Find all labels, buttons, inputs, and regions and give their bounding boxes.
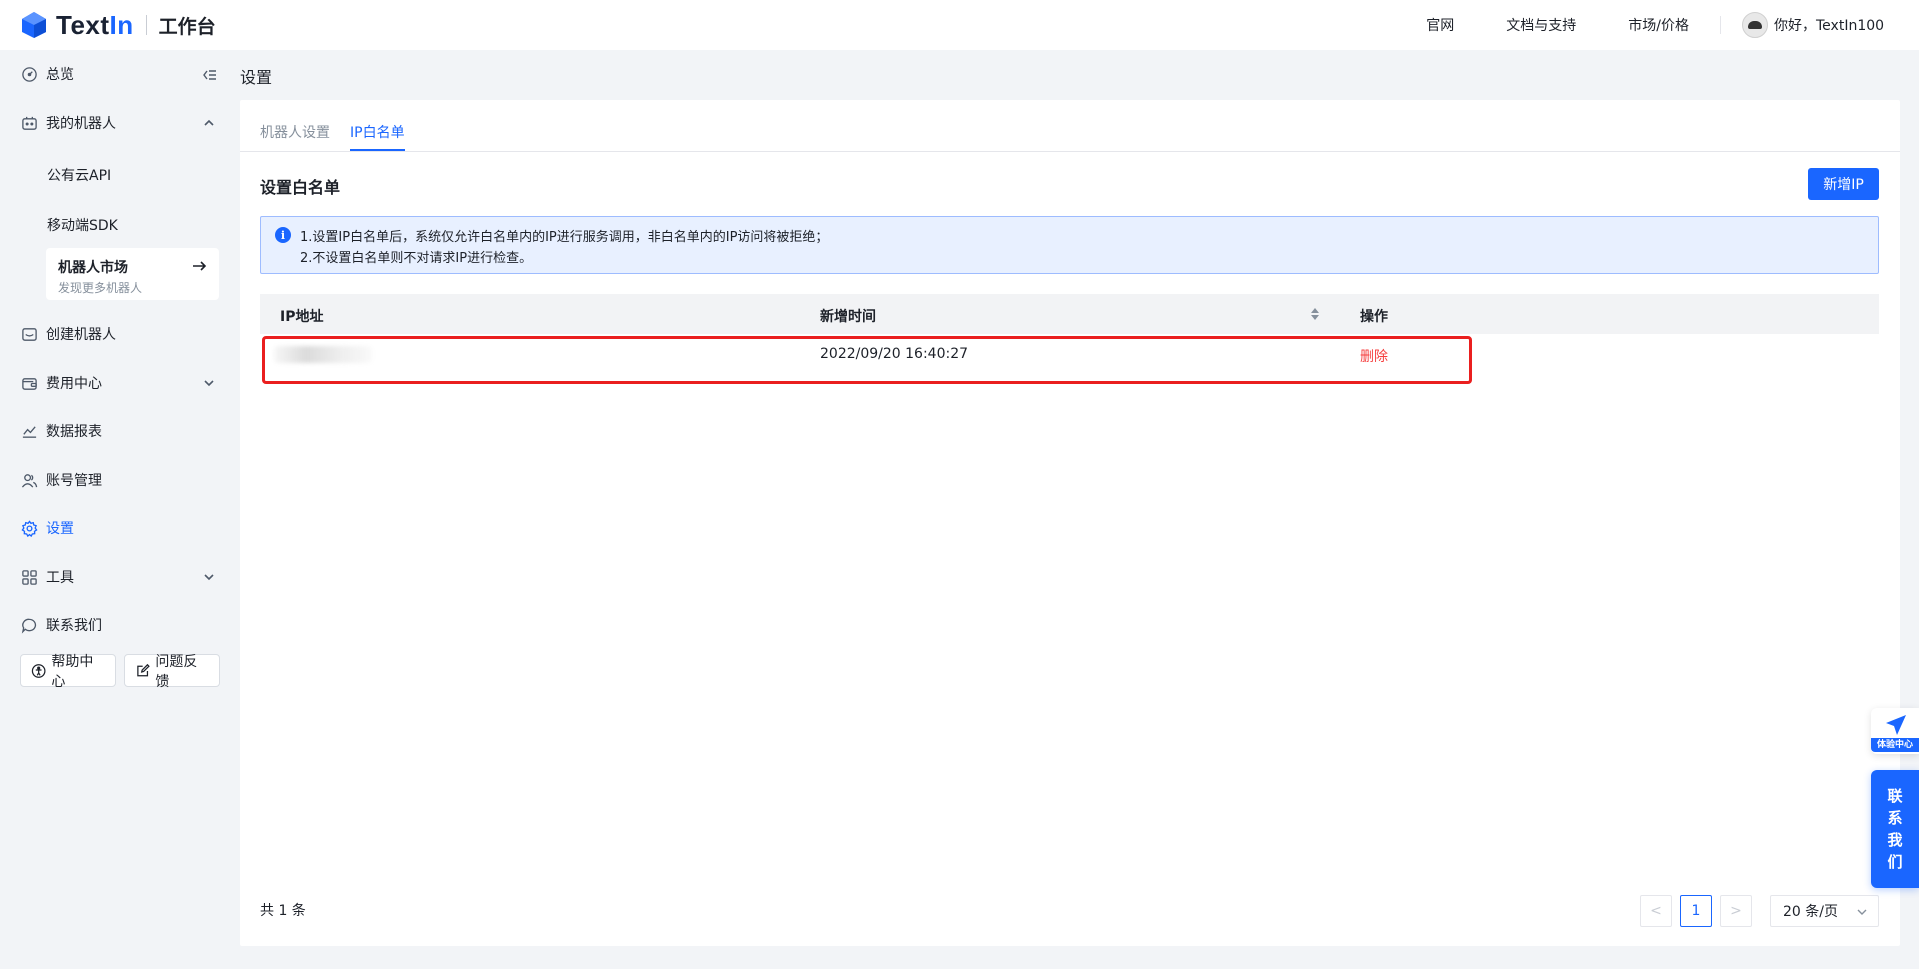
top-bar: TextIn 工作台 官网 文档与支持 市场/价格 你好，TextIn100	[0, 0, 1919, 50]
avatar	[1742, 12, 1768, 38]
add-ip-button[interactable]: 新增IP	[1808, 168, 1879, 200]
tab-bar: 机器人设置 IP白名单	[240, 100, 1900, 152]
feedback-label: 问题反馈	[155, 653, 198, 690]
workspace-title: 工作台	[158, 15, 216, 38]
sidebar-item-overview[interactable]: 总览	[20, 54, 220, 94]
top-divider	[1720, 16, 1721, 34]
sidebar-item-create-robot[interactable]: 创建机器人	[20, 314, 220, 354]
users-icon	[20, 471, 38, 489]
chevron-up-icon	[204, 119, 214, 126]
user-greeting: 你好，TextIn100	[1774, 18, 1885, 34]
page-size-select[interactable]: 20 条/页	[1770, 895, 1879, 927]
contact-char: 们	[1887, 853, 1903, 871]
nav-official-site[interactable]: 官网	[1426, 15, 1454, 35]
sidebar-item-label: 账号管理	[46, 473, 102, 489]
accessibility-icon	[31, 663, 46, 678]
added-time: 2022/09/20 16:40:27	[820, 346, 969, 362]
gear-icon	[20, 519, 38, 537]
page-number-1[interactable]: 1	[1680, 895, 1712, 927]
nav-docs-support[interactable]: 文档与支持	[1506, 15, 1576, 35]
sidebar-item-settings[interactable]: 设置	[20, 508, 220, 548]
total-count: 共 1 条	[260, 903, 306, 919]
sidebar-item-label: 设置	[46, 521, 74, 537]
sidebar-item-tools[interactable]: 工具	[20, 557, 220, 597]
info-alert: i 1.设置IP白名单后，系统仅允许白名单内的IP进行服务调用，非白名单内的IP…	[260, 216, 1879, 274]
sidebar-item-label: 工具	[46, 570, 74, 586]
sidebar-item-account-management[interactable]: 账号管理	[20, 460, 220, 500]
feedback-button[interactable]: 问题反馈	[124, 654, 220, 690]
sidebar-item-label: 数据报表	[46, 424, 102, 440]
chevron-down-icon	[1857, 909, 1867, 915]
edit-icon	[137, 663, 150, 676]
table-row: 2022/09/20 16:40:27 删除	[260, 334, 1879, 374]
sidebar-item-my-robots[interactable]: 我的机器人	[20, 103, 220, 143]
logo-icon	[22, 12, 46, 38]
create-robot-icon	[20, 325, 38, 343]
alert-line-2: 2.不设置白名单则不对请求IP进行检查。	[300, 251, 533, 266]
sidebar: 总览 我的机器人 公有云API 移动端SDK 机器人市场 发现更多机器人 创建机…	[0, 50, 240, 969]
settings-panel: 机器人设置 IP白名单 设置白名单 新增IP i 1.设置IP白名单后，系统仅允…	[240, 100, 1900, 946]
info-icon: i	[275, 227, 291, 243]
nav-market-pricing[interactable]: 市场/价格	[1628, 15, 1689, 35]
section-title: 设置白名单	[260, 178, 341, 197]
next-page-button[interactable]: >	[1720, 895, 1752, 927]
contact-us-widget[interactable]: 联 系 我 们	[1871, 770, 1919, 888]
contact-char: 系	[1887, 809, 1903, 827]
arrow-right-icon	[193, 261, 207, 271]
robot-icon	[20, 114, 38, 132]
active-tab-indicator	[350, 149, 405, 151]
logo-divider	[145, 15, 147, 35]
table-header: IP地址 新增时间 操作	[260, 294, 1879, 334]
help-center-label: 帮助中心	[51, 653, 94, 690]
column-header-ip: IP地址	[280, 309, 324, 325]
chevron-down-icon	[204, 380, 214, 387]
experience-center-label: 体验中心	[1871, 738, 1919, 752]
paper-plane-icon	[1886, 715, 1906, 735]
sidebar-item-label: 联系我们	[46, 618, 102, 634]
contact-char: 联	[1887, 787, 1903, 805]
collapse-sidebar-icon[interactable]	[200, 66, 218, 84]
logo[interactable]: TextIn 工作台	[20, 10, 216, 40]
page-size-value: 20 条/页	[1783, 904, 1838, 920]
user-menu[interactable]: 你好，TextIn100	[1742, 12, 1884, 38]
sidebar-item-label: 费用中心	[46, 376, 102, 392]
page-title: 设置	[240, 68, 273, 87]
robot-market-subtitle: 发现更多机器人	[58, 281, 143, 295]
help-center-button[interactable]: 帮助中心	[20, 654, 116, 690]
robot-market-card[interactable]: 机器人市场 发现更多机器人	[46, 248, 219, 300]
tab-robot-settings[interactable]: 机器人设置	[260, 122, 330, 142]
robot-market-title: 机器人市场	[58, 260, 128, 276]
alert-line-1: 1.设置IP白名单后，系统仅允许白名单内的IP进行服务调用，非白名单内的IP访问…	[300, 230, 829, 245]
prev-page-button[interactable]: <	[1640, 895, 1672, 927]
top-nav: 官网 文档与支持 市场/价格	[1374, 0, 1689, 50]
column-header-time: 新增时间	[820, 309, 876, 325]
sidebar-item-label: 总览	[46, 67, 74, 83]
sort-icon[interactable]	[1310, 306, 1320, 322]
tab-ip-whitelist[interactable]: IP白名单	[350, 122, 405, 142]
sidebar-item-public-cloud-api[interactable]: 公有云API	[47, 165, 111, 185]
ip-address-redacted	[274, 346, 372, 363]
sidebar-item-mobile-sdk[interactable]: 移动端SDK	[47, 215, 118, 235]
column-header-action: 操作	[1360, 309, 1388, 325]
sidebar-item-label: 创建机器人	[46, 327, 116, 343]
sidebar-item-billing[interactable]: 费用中心	[20, 363, 220, 403]
sidebar-item-contact-us[interactable]: 联系我们	[20, 605, 220, 645]
dashboard-icon	[20, 65, 38, 83]
sidebar-item-data-reports[interactable]: 数据报表	[20, 411, 220, 451]
chat-icon	[20, 616, 38, 634]
chevron-down-icon	[204, 574, 214, 581]
chart-icon	[20, 422, 38, 440]
grid-icon	[20, 568, 38, 586]
sidebar-item-label: 我的机器人	[46, 116, 116, 132]
logo-text: TextIn	[56, 9, 134, 40]
contact-char: 我	[1887, 831, 1903, 849]
experience-center-widget[interactable]: 体验中心	[1871, 708, 1919, 754]
wallet-icon	[20, 374, 38, 392]
delete-link[interactable]: 删除	[1360, 346, 1388, 366]
